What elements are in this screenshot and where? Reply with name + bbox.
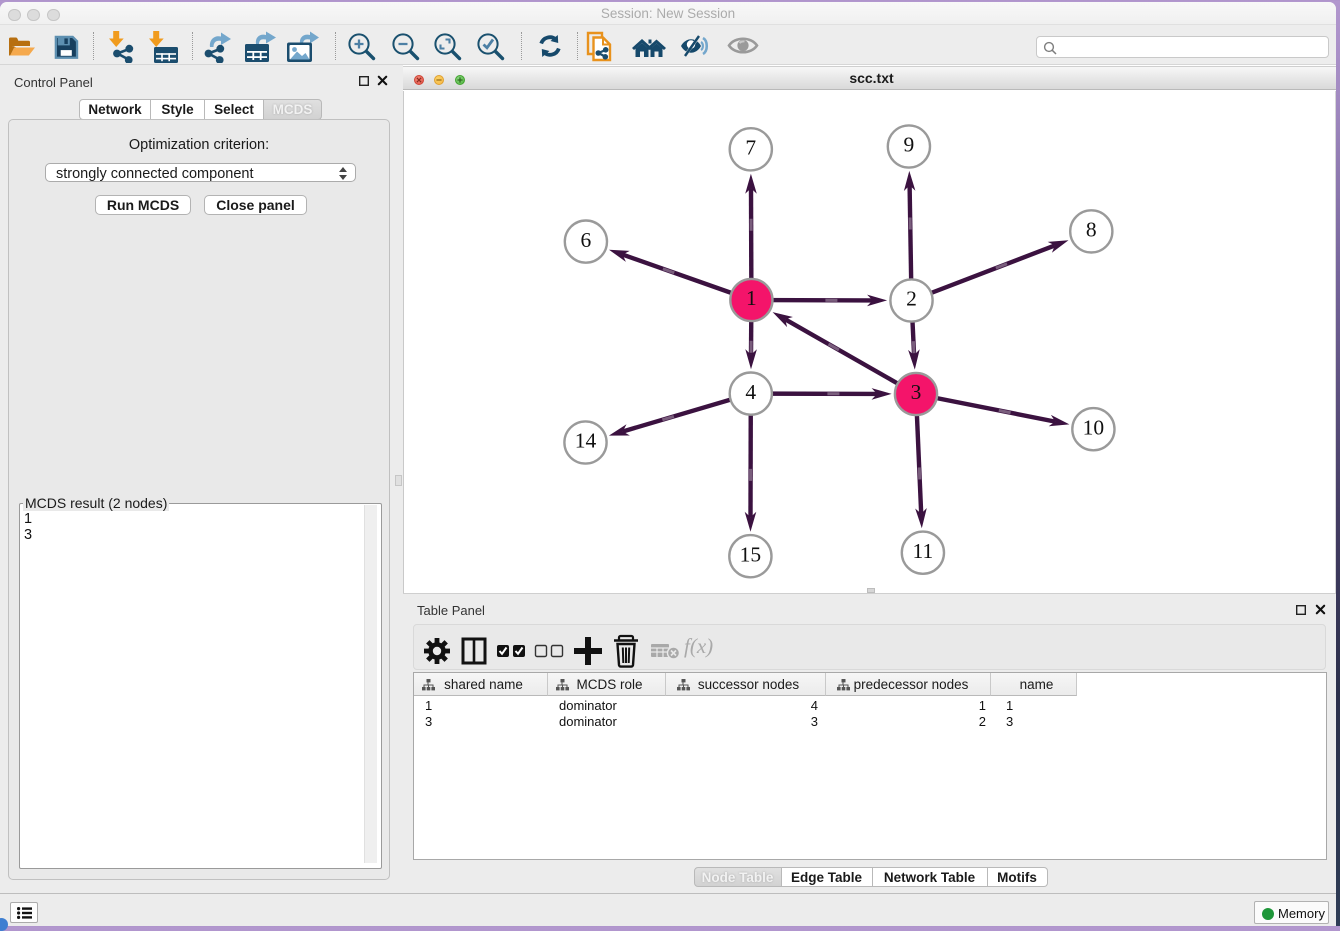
svg-text:3: 3 (911, 380, 922, 404)
svg-text:4: 4 (745, 380, 756, 404)
svg-text:9: 9 (904, 133, 915, 157)
svg-text:14: 14 (575, 429, 597, 453)
svg-text:11: 11 (913, 539, 934, 563)
svg-text:15: 15 (740, 542, 762, 566)
svg-text:8: 8 (1086, 218, 1097, 242)
svg-text:1: 1 (746, 286, 757, 310)
svg-text:6: 6 (581, 228, 592, 252)
svg-text:10: 10 (1083, 415, 1105, 439)
svg-text:7: 7 (745, 136, 756, 160)
svg-text:2: 2 (906, 287, 917, 311)
